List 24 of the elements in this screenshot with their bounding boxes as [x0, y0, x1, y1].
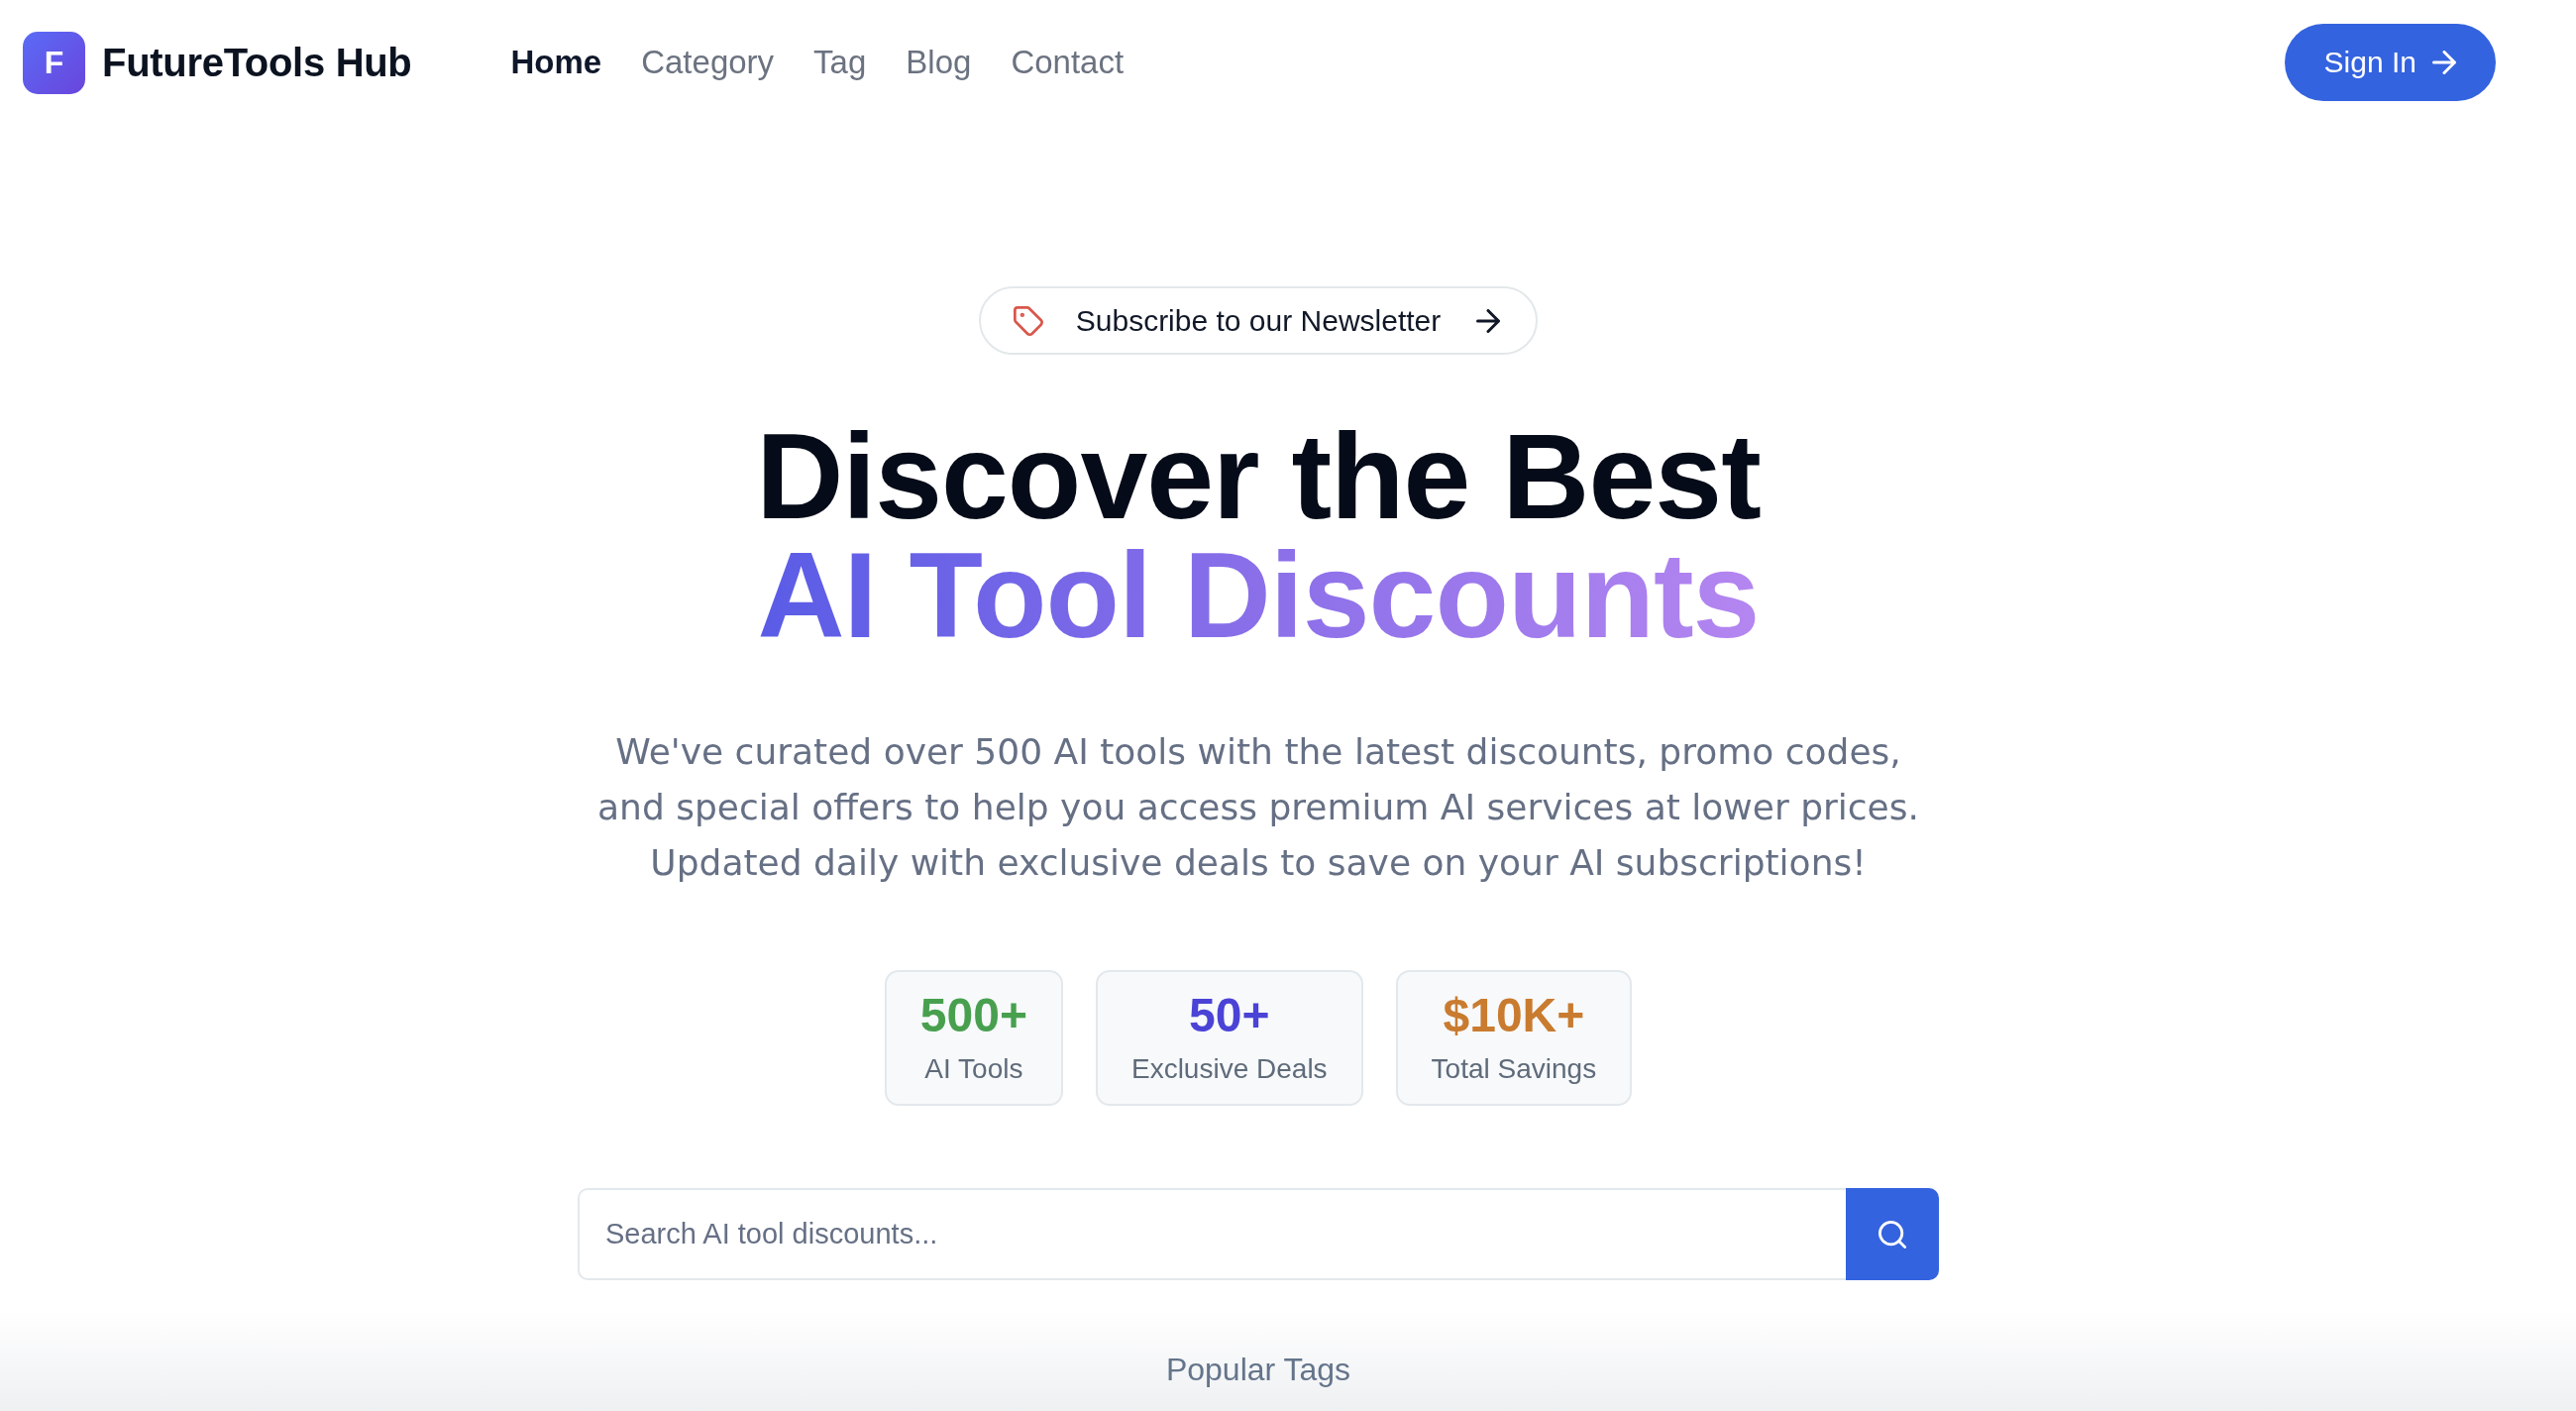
search-icon	[1878, 1220, 1906, 1248]
description-text: We've curated over 500 AI tools with the latest discounts, promo codes, and special offers to help you access premium AI services at lower prices. Updated daily with exclusive deals to save on your AI subscriptions!	[597, 730, 1919, 886]
stat-label: Total Savings	[1431, 1052, 1597, 1086]
nav-link[interactable]: Category	[641, 44, 775, 81]
search-button[interactable]	[1846, 1188, 1939, 1281]
stat-label: AI Tools	[924, 1052, 1023, 1086]
stat-value: 500+	[919, 990, 1027, 1043]
stat-value: 50+	[1189, 990, 1270, 1043]
tag-icon	[1013, 305, 1043, 336]
stat-label: Exclusive Deals	[1130, 1052, 1328, 1086]
nav-link[interactable]: Tag	[813, 44, 867, 81]
arrow-right-icon	[2432, 51, 2456, 74]
logo-mark[interactable]: F	[23, 31, 85, 94]
search-field[interactable]: Search AI tool discounts...	[578, 1188, 1846, 1281]
nav-link[interactable]: Home	[510, 44, 602, 81]
sign-in-button[interactable]: Sign In	[2284, 24, 2496, 101]
brand-name[interactable]: FutureTools Hub	[102, 40, 412, 85]
nav-link[interactable]: Contact	[1011, 44, 1125, 81]
section-title: Popular Tags	[1165, 1352, 1351, 1389]
headline-text: Discover the Best	[756, 418, 1761, 537]
nav-link[interactable]: Blog	[906, 44, 972, 81]
arrow-right-icon	[1476, 308, 1501, 333]
newsletter-link[interactable]: Subscribe to our Newsletter	[978, 286, 1539, 355]
stat-value: $10K+	[1443, 990, 1585, 1043]
